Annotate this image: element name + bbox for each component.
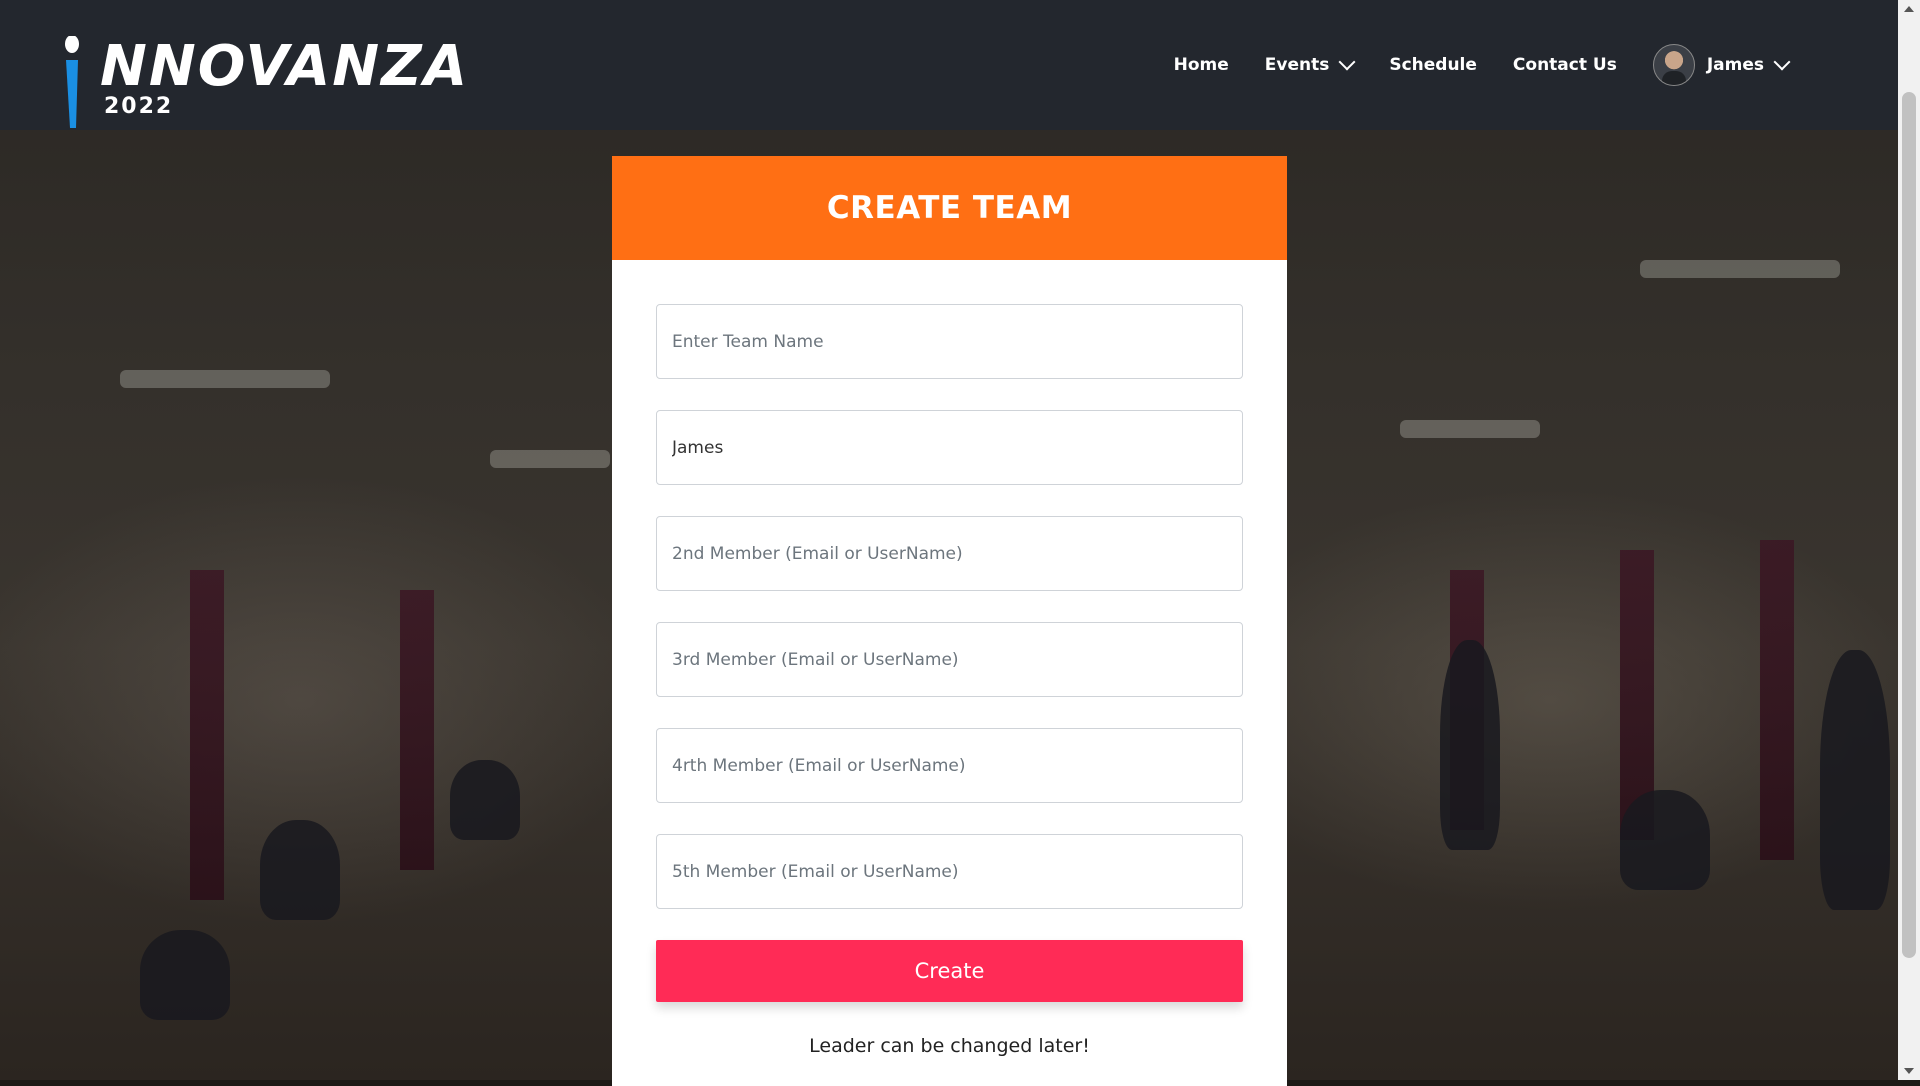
ceiling-light xyxy=(120,370,330,388)
person-silhouette xyxy=(1440,640,1500,850)
logo-text: NNOVANZA xyxy=(100,34,470,99)
user-menu[interactable]: James xyxy=(1652,44,1791,86)
person-silhouette xyxy=(1820,650,1890,910)
triangle-up-icon xyxy=(1904,6,1914,12)
curtain xyxy=(1760,540,1794,860)
logo-year: 2022 xyxy=(104,94,174,119)
create-team-form: Create Leader can be changed later! xyxy=(612,260,1287,1057)
card-header: CREATE TEAM xyxy=(612,156,1287,260)
ceiling-light xyxy=(490,450,610,468)
navbar: NNOVANZA 2022 Home Events Schedule Conta… xyxy=(0,0,1898,130)
person-silhouette xyxy=(140,930,230,1020)
ceiling-light xyxy=(1640,260,1840,278)
nav-events[interactable]: Events xyxy=(1264,53,1356,75)
avatar xyxy=(1652,44,1695,86)
nav-home-label: Home xyxy=(1173,55,1229,75)
page-scrollbar[interactable] xyxy=(1898,0,1920,1080)
member5-input[interactable] xyxy=(656,834,1243,909)
chevron-down-icon xyxy=(1773,53,1791,71)
triangle-down-icon xyxy=(1904,1068,1914,1074)
nav-home[interactable]: Home xyxy=(1174,55,1229,75)
scroll-thumb[interactable] xyxy=(1902,92,1916,958)
member3-input[interactable] xyxy=(656,622,1243,697)
chevron-down-icon xyxy=(1338,53,1356,71)
person-silhouette xyxy=(1620,790,1710,890)
curtain xyxy=(190,570,224,900)
main-nav: Home Events Schedule Contact Us James xyxy=(1174,0,1791,130)
logo-i-icon xyxy=(65,36,79,128)
site-logo[interactable]: NNOVANZA 2022 xyxy=(58,6,467,128)
member2-input[interactable] xyxy=(656,516,1243,591)
scroll-up-button[interactable] xyxy=(1898,0,1920,18)
person-silhouette xyxy=(260,820,340,920)
create-button[interactable]: Create xyxy=(656,940,1243,1002)
nav-events-label: Events xyxy=(1264,55,1330,75)
user-name: James xyxy=(1706,55,1764,75)
create-team-card: CREATE TEAM Create Leader can be changed… xyxy=(612,156,1287,1086)
scroll-down-button[interactable] xyxy=(1898,1062,1920,1080)
nav-contact-label: Contact Us xyxy=(1512,55,1617,75)
member4-input[interactable] xyxy=(656,728,1243,803)
leader-note: Leader can be changed later! xyxy=(809,1035,1090,1057)
nav-contact-us[interactable]: Contact Us xyxy=(1513,55,1617,75)
ceiling-light xyxy=(1400,420,1540,438)
page-title: CREATE TEAM xyxy=(826,190,1073,226)
curtain xyxy=(400,590,434,870)
person-silhouette xyxy=(450,760,520,840)
leader-input[interactable] xyxy=(656,410,1243,485)
team-name-input[interactable] xyxy=(656,304,1243,379)
nav-schedule-label: Schedule xyxy=(1389,55,1477,75)
nav-schedule[interactable]: Schedule xyxy=(1389,55,1477,75)
